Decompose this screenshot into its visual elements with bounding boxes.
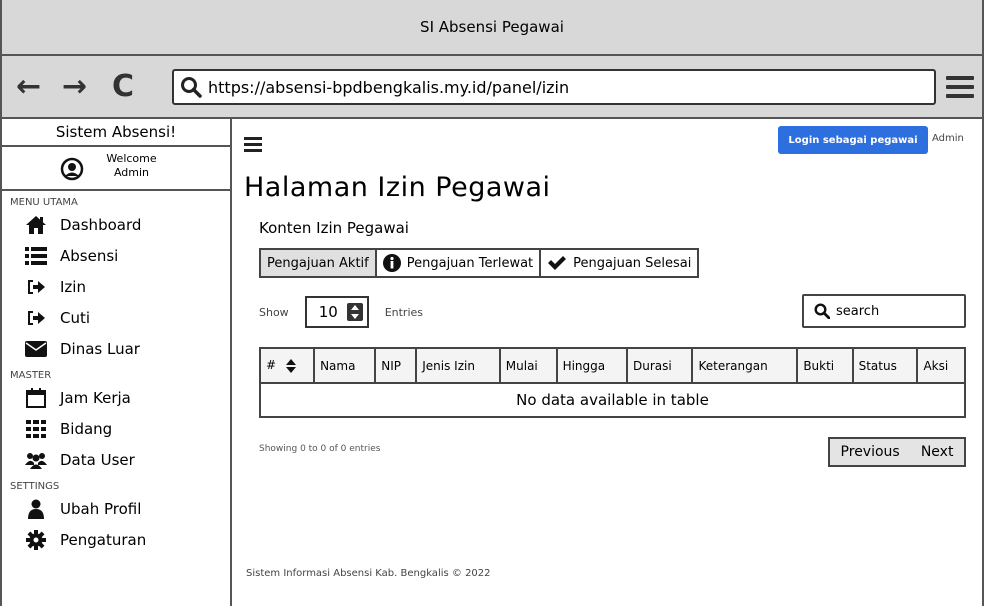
sidebar-item-label: Cuti bbox=[60, 308, 91, 327]
sidebar-item-label: Jam Kerja bbox=[60, 388, 131, 407]
sidebar-item-label: Dashboard bbox=[60, 215, 142, 234]
main-content: Login sebagai pegawai Admin Halaman Izin… bbox=[234, 119, 982, 606]
tab-bar: Pengajuan Aktif Pengajuan Terlewat Penga… bbox=[259, 248, 700, 278]
sidebar-item-ubah-profil[interactable]: Ubah Profil bbox=[2, 493, 230, 524]
empty-table-message: No data available in table bbox=[259, 382, 966, 418]
pagination: Previous Next bbox=[828, 437, 966, 467]
tab-pengajuan-aktif[interactable]: Pengajuan Aktif bbox=[259, 248, 377, 278]
url-text: https://absensi-bpdbengkalis.my.id/panel… bbox=[208, 77, 570, 97]
sidebar-title: Sistem Absensi! bbox=[2, 119, 230, 147]
search-input[interactable]: search bbox=[802, 294, 966, 328]
table-info: Showing 0 to 0 of 0 entries bbox=[259, 444, 381, 454]
next-button[interactable]: Next bbox=[921, 444, 954, 460]
info-icon bbox=[382, 254, 401, 272]
column-header-jenis-izin[interactable]: Jenis Izin bbox=[415, 347, 501, 384]
sort-icon[interactable] bbox=[285, 358, 296, 373]
sidebar-item-label: Absensi bbox=[60, 246, 119, 265]
izin-table: # Nama NIP Jenis Izin Mulai Hingga Duras… bbox=[258, 347, 966, 418]
window-title: SI Absensi Pegawai bbox=[2, 0, 982, 56]
entries-value: 10 bbox=[318, 303, 338, 321]
section-master: MASTER bbox=[10, 370, 52, 381]
gear-icon bbox=[24, 529, 48, 550]
sidebar-item-label: Izin bbox=[60, 277, 86, 296]
sidebar-item-dashboard[interactable]: Dashboard bbox=[2, 209, 230, 240]
column-header-number[interactable]: # bbox=[258, 347, 316, 384]
column-header-nip[interactable]: NIP bbox=[374, 347, 418, 384]
sidebar-item-label: Data User bbox=[60, 450, 135, 469]
search-icon bbox=[181, 77, 202, 98]
grid-icon bbox=[24, 419, 48, 439]
entries-control: Show 10 Entries bbox=[259, 296, 423, 328]
browser-menu-icon[interactable] bbox=[946, 76, 974, 100]
show-label: Show bbox=[259, 305, 289, 319]
previous-button[interactable]: Previous bbox=[841, 444, 900, 460]
page-title: Halaman Izin Pegawai bbox=[244, 172, 551, 203]
welcome-user: Admin bbox=[113, 166, 150, 179]
sidebar-item-data-user[interactable]: Data User bbox=[2, 444, 230, 475]
user-circle-icon bbox=[60, 157, 84, 185]
check-icon bbox=[547, 255, 567, 271]
sidebar-item-label: Ubah Profil bbox=[60, 499, 142, 518]
browser-toolbar: ← → C https://absensi-bpdbengkalis.my.id… bbox=[2, 56, 982, 119]
tab-label: Pengajuan Selesai bbox=[573, 255, 692, 271]
welcome-text: Welcome bbox=[106, 152, 157, 165]
sign-in-icon bbox=[24, 308, 48, 328]
entries-stepper[interactable]: 10 bbox=[304, 296, 369, 328]
sidebar-item-dinas-luar[interactable]: Dinas Luar bbox=[2, 333, 230, 364]
forward-button[interactable]: → bbox=[62, 70, 87, 104]
column-header-aksi[interactable]: Aksi bbox=[916, 347, 966, 384]
search-icon bbox=[814, 303, 830, 319]
column-header-bukti[interactable]: Bukti bbox=[796, 347, 854, 384]
table-header-row: # Nama NIP Jenis Izin Mulai Hingga Duras… bbox=[258, 347, 966, 384]
sidebar-item-izin[interactable]: Izin bbox=[2, 271, 230, 302]
sidebar-item-jam-kerja[interactable]: Jam Kerja bbox=[2, 382, 230, 413]
tab-label: Pengajuan Terlewat bbox=[406, 255, 534, 271]
section-settings: SETTINGS bbox=[10, 481, 60, 492]
column-header-hingga[interactable]: Hingga bbox=[555, 347, 629, 384]
sidebar-item-cuti[interactable]: Cuti bbox=[2, 302, 230, 333]
sidebar-item-pengaturan[interactable]: Pengaturan bbox=[2, 524, 230, 555]
user-icon bbox=[24, 499, 48, 519]
login-as-employee-button[interactable]: Login sebagai pegawai bbox=[778, 126, 928, 154]
tab-label: Pengajuan Aktif bbox=[267, 255, 369, 271]
list-icon bbox=[24, 246, 48, 266]
envelope-icon bbox=[24, 339, 48, 359]
sidebar-item-bidang[interactable]: Bidang bbox=[2, 413, 230, 444]
sidebar-item-absensi[interactable]: Absensi bbox=[2, 240, 230, 271]
sort-arrows-icon[interactable] bbox=[346, 303, 363, 321]
entries-label: Entries bbox=[384, 305, 423, 319]
sidebar-item-label: Bidang bbox=[60, 419, 113, 438]
users-icon bbox=[24, 450, 48, 470]
search-placeholder: search bbox=[836, 303, 880, 319]
tab-pengajuan-terlewat[interactable]: Pengajuan Terlewat bbox=[374, 248, 542, 278]
calendar-icon bbox=[24, 387, 48, 408]
column-header-mulai[interactable]: Mulai bbox=[498, 347, 558, 384]
sidebar-item-label: Dinas Luar bbox=[60, 339, 140, 358]
current-user: Admin bbox=[932, 133, 964, 144]
sidebar: Sistem Absensi! Welcome Admin MENU UTAMA… bbox=[2, 119, 232, 606]
sign-in-icon bbox=[24, 277, 48, 297]
welcome-panel: Welcome Admin bbox=[2, 147, 230, 191]
column-header-durasi[interactable]: Durasi bbox=[625, 347, 694, 384]
column-header-keterangan[interactable]: Keterangan bbox=[691, 347, 799, 384]
sidebar-item-label: Pengaturan bbox=[60, 530, 147, 549]
app-window: SI Absensi Pegawai ← → C https://absensi… bbox=[0, 0, 984, 606]
footer-text: Sistem Informasi Absensi Kab. Bengkalis … bbox=[246, 568, 491, 579]
column-header-nama[interactable]: Nama bbox=[313, 347, 377, 384]
table-row: No data available in table bbox=[259, 382, 966, 418]
section-title: Konten Izin Pegawai bbox=[259, 219, 409, 237]
tab-pengajuan-selesai[interactable]: Pengajuan Selesai bbox=[539, 248, 700, 278]
back-button[interactable]: ← bbox=[16, 70, 41, 104]
hamburger-menu-icon[interactable] bbox=[244, 137, 262, 155]
home-icon bbox=[24, 215, 48, 235]
address-bar[interactable]: https://absensi-bpdbengkalis.my.id/panel… bbox=[172, 69, 936, 105]
section-menu-utama: MENU UTAMA bbox=[10, 197, 78, 208]
reload-button[interactable]: C bbox=[112, 70, 134, 104]
column-header-status[interactable]: Status bbox=[851, 347, 919, 384]
